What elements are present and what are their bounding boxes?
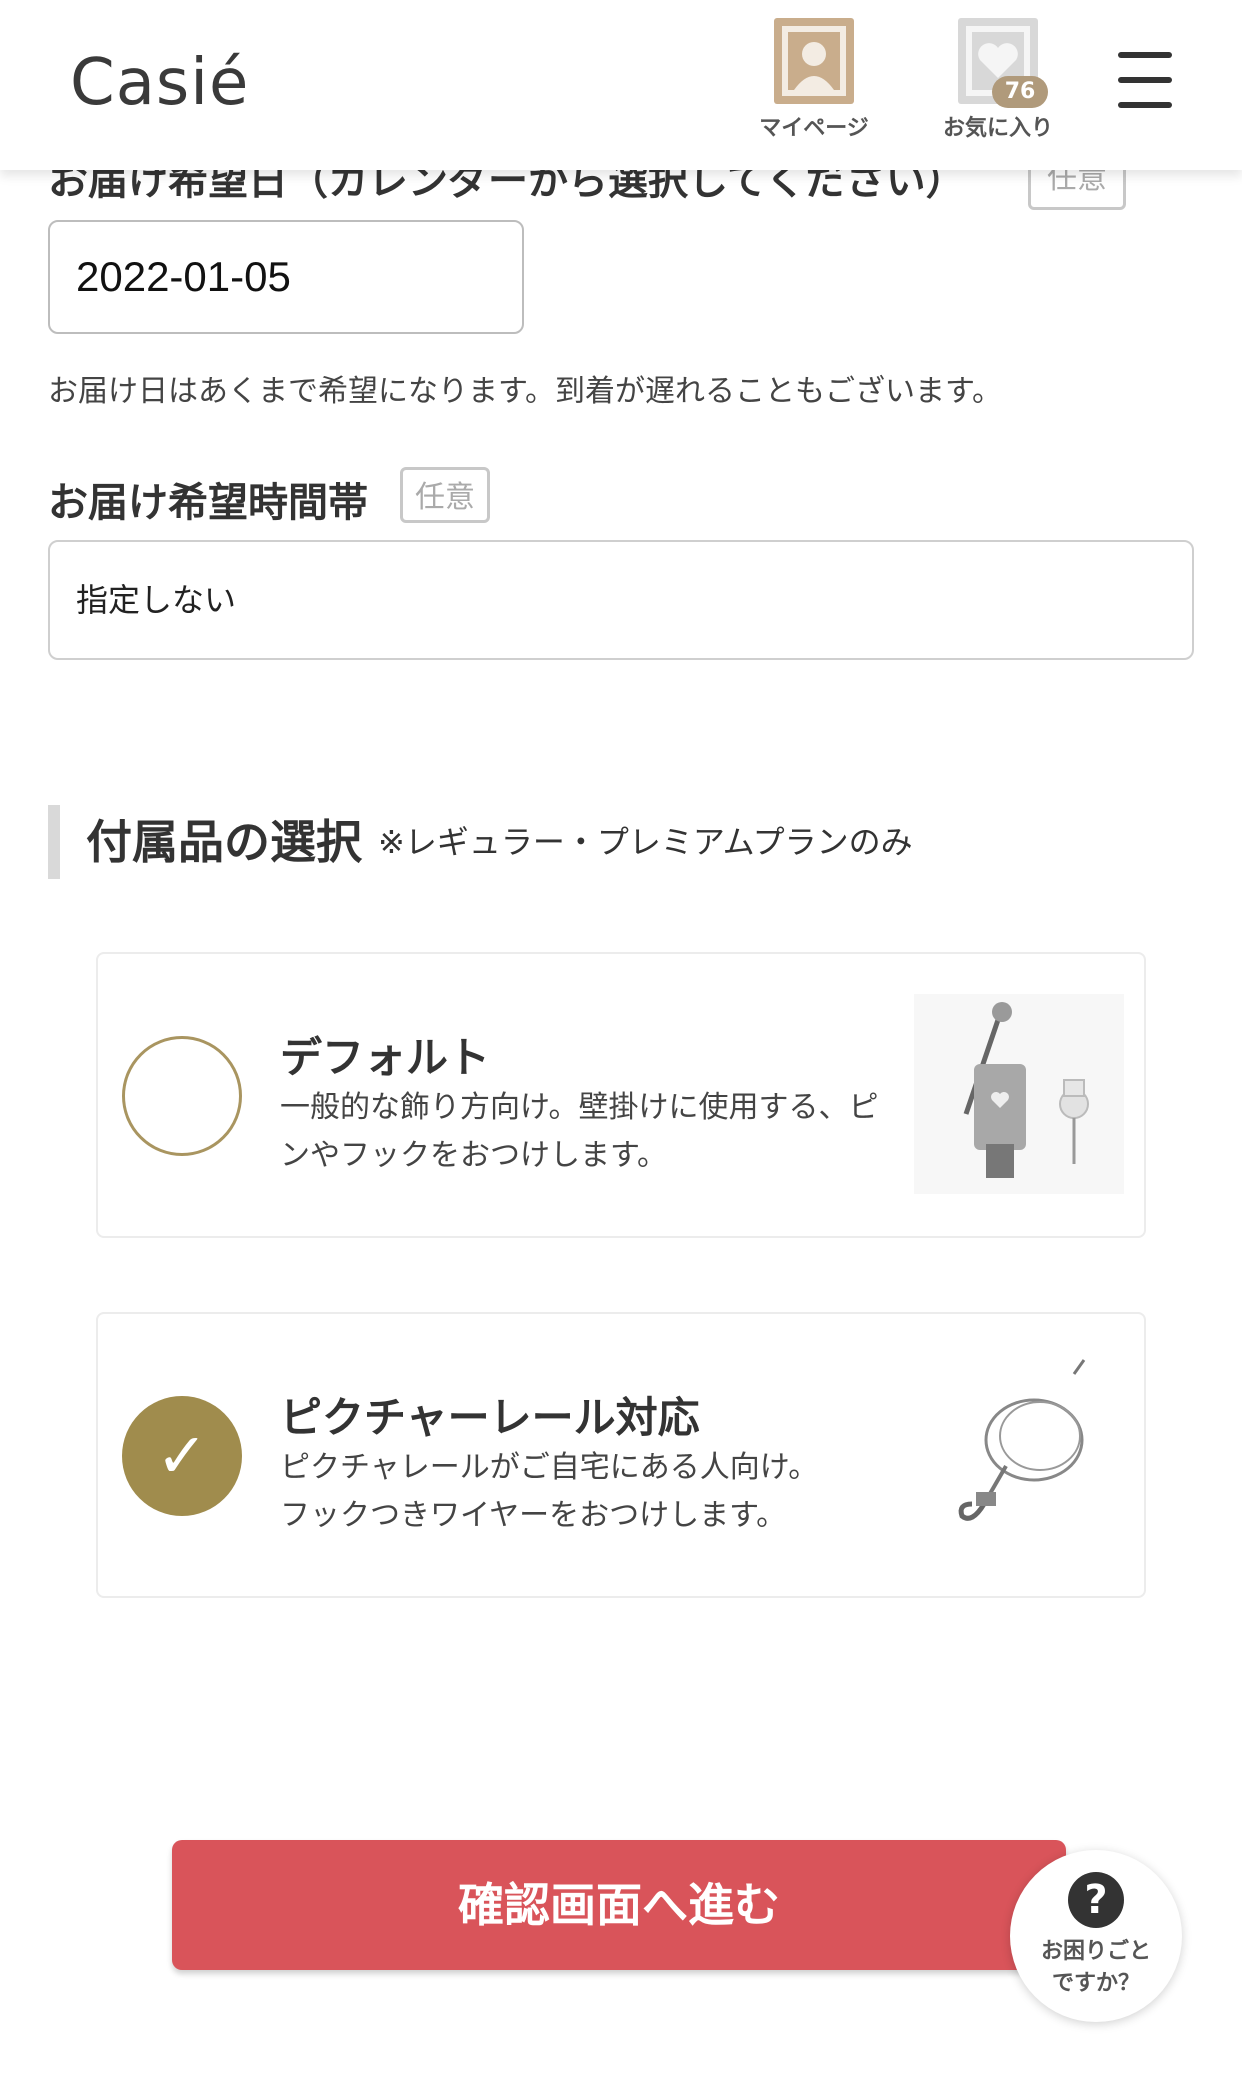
accessory-option-picture-rail[interactable]: ✓ ピクチャーレール対応 ピクチャレールがご自宅にある人向け。 フックつきワイヤ… [96, 1312, 1146, 1598]
favorites-count-badge: 76 [992, 76, 1048, 108]
radio-unselected[interactable] [122, 1036, 242, 1156]
option-title: デフォルト [280, 1033, 491, 1082]
delivery-time-label: お届け希望時間帯 [48, 480, 368, 526]
help-text-line2: ですか？ [1051, 1971, 1140, 1996]
option-description: ピクチャレールがご自宅にある人向け。 フックつきワイヤーをおつけします。 [280, 1444, 880, 1540]
favorites-label: お気に入り [942, 116, 1053, 141]
mypage-frame-icon [774, 18, 854, 104]
favorites-button[interactable]: 76 お気に入り [928, 16, 1068, 146]
mypage-button[interactable]: マイページ [744, 16, 884, 146]
delivery-time-select[interactable]: 指定しない [48, 540, 1194, 660]
delivery-date-note: お届け日はあくまで希望になります。到着が遅れることもございます。 [48, 374, 1002, 409]
hamburger-menu-icon[interactable] [1118, 52, 1172, 112]
pin-hook-image-icon [914, 994, 1124, 1194]
mypage-label: マイページ [759, 116, 869, 141]
site-header: Casié マイページ 76 お気に入り [0, 0, 1242, 170]
delivery-time-optional-tag: 任意 [400, 467, 490, 523]
help-button[interactable]: ? お困りごと ですか？ [1010, 1850, 1182, 2022]
delivery-date-input[interactable]: 2022-01-05 [48, 220, 524, 334]
option-description-line: ピクチャレールがご自宅にある人向け。 [280, 1450, 819, 1485]
accessories-title: 付属品の選択 [86, 815, 362, 869]
hook-wire-image-icon [958, 1359, 1086, 1521]
question-mark-icon: ? [1068, 1872, 1124, 1928]
option-description-line: フックつきワイヤーをおつけします。 [280, 1498, 787, 1533]
accessory-option-default[interactable]: デフォルト 一般的な飾り方向け。壁掛けに使用する、ピンやフックをおつけします。 [96, 952, 1146, 1238]
proceed-to-confirm-button[interactable]: 確認画面へ進む [172, 1840, 1066, 1970]
casie-logo[interactable]: Casié [70, 46, 249, 120]
accessories-section-heading: 付属品の選択 ※レギュラー・プレミアムプランのみ [48, 805, 913, 879]
radio-selected[interactable]: ✓ [122, 1396, 242, 1516]
help-text-line1: お困りごと [1040, 1939, 1151, 1964]
checkmark-icon: ✓ [156, 1419, 208, 1492]
option-title: ピクチャーレール対応 [280, 1393, 700, 1442]
option-description: 一般的な飾り方向け。壁掛けに使用する、ピンやフックをおつけします。 [280, 1090, 879, 1173]
accessories-subtitle: ※レギュラー・プレミアムプランのみ [378, 823, 913, 861]
